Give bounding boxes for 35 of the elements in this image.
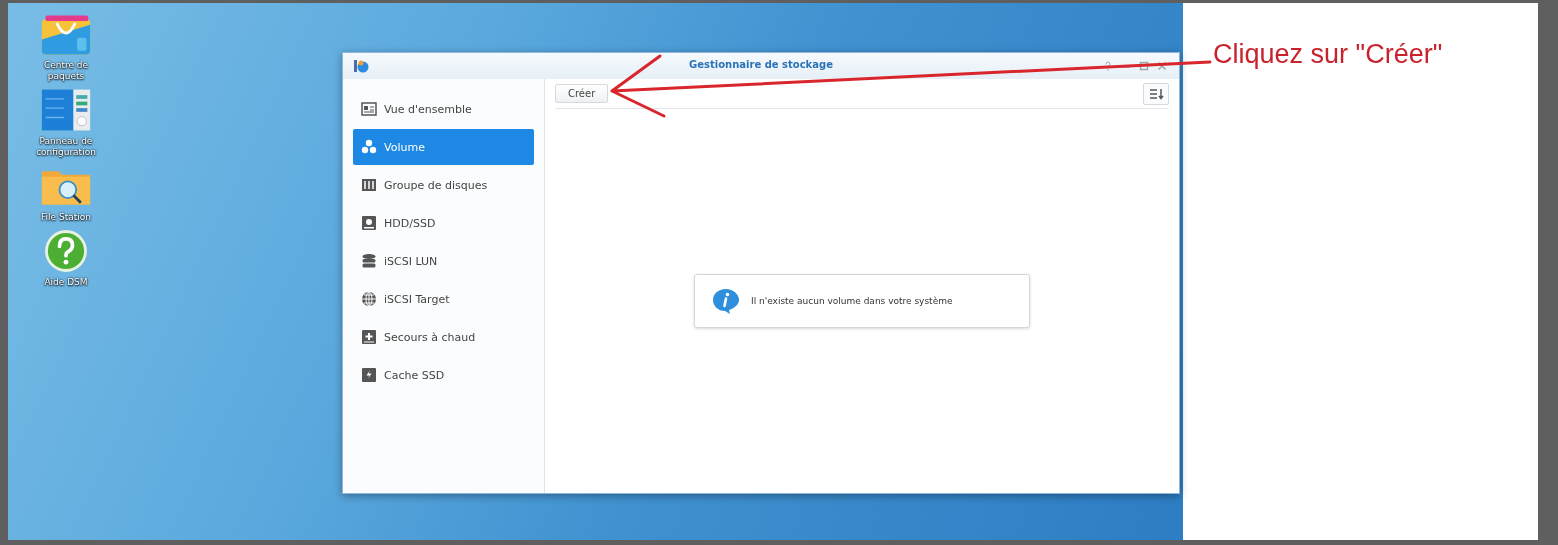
sidebar-item-label: Volume [384,140,425,154]
window-title: Gestionnaire de stockage [689,59,833,70]
plus-box-icon [361,329,377,345]
sidebar-item-label: Cache SSD [384,368,445,382]
close-icon[interactable] [1157,61,1167,71]
disk-group-icon [361,177,377,193]
sidebar-item[interactable]: iSCSI Target [353,281,534,317]
sidebar-item[interactable]: Groupe de disques [353,167,534,203]
info-bubble-icon [711,287,741,315]
sidebar-item[interactable]: HDD/SSD [353,205,534,241]
sort-list-icon[interactable] [1143,82,1169,105]
sidebar-item-label: iSCSI LUN [384,254,438,268]
lightning-box-icon [361,367,377,383]
sidebar-item-label: Groupe de disques [384,178,488,192]
maximize-icon[interactable] [1139,61,1149,71]
help-icon[interactable] [1103,61,1113,71]
empty-message: Il n'existe aucun volume dans votre système [751,296,953,306]
sidebar-item[interactable]: iSCSI LUN [353,243,534,279]
globe-icon [361,291,377,307]
control-panel-icon[interactable] [40,87,92,133]
sidebar-item-label: Secours à chaud [384,330,476,344]
sidebar-item[interactable]: Cache SSD [353,357,534,393]
hard-drive-icon [361,215,377,231]
database-icon [361,253,377,269]
sidebar-item-label: iSCSI Target [384,292,450,306]
sidebar-item[interactable]: Secours à chaud [353,319,534,355]
sidebar-item[interactable]: Volume [353,129,534,165]
sidebar-item-label: Vue d'ensemble [384,102,472,116]
annotation-text: Cliquez sur "Créer" [1213,39,1443,70]
cubes-icon [361,139,377,155]
create-button[interactable]: Créer [555,84,609,103]
id-card-icon [361,101,377,117]
sidebar-item-label: HDD/SSD [384,216,436,230]
app-icon [353,58,369,74]
sidebar-item[interactable]: Vue d'ensemble [353,91,534,127]
